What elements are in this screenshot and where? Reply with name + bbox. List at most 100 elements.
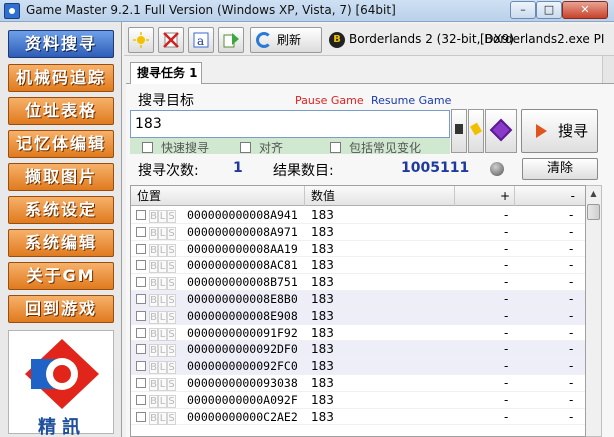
row-checkbox[interactable] (136, 226, 146, 237)
fast-search-checkbox[interactable] (142, 142, 153, 153)
column-header-address[interactable]: 位置 (131, 186, 305, 206)
row-checkbox[interactable] (136, 327, 146, 338)
row-tag-b[interactable]: B (149, 210, 158, 223)
calculator-icon[interactable] (451, 109, 467, 153)
row-tag-s[interactable]: S (167, 226, 176, 240)
table-row[interactable]: B L S 000000000008A941 183 - - (131, 207, 585, 224)
sidebar-item-system-settings[interactable]: 系统设定 (8, 196, 114, 224)
scroll-up-icon[interactable]: ▲ (586, 186, 601, 202)
maximize-button[interactable]: □ (536, 1, 562, 19)
row-tag-s[interactable]: S (167, 361, 176, 375)
align-option[interactable]: 对齐 (240, 139, 283, 156)
row-value[interactable]: 183 (311, 325, 334, 342)
table-row[interactable]: B L S 00000000000C2AE2 183 - - (131, 409, 585, 426)
close-button[interactable]: ✕ (562, 1, 608, 19)
row-checkbox[interactable] (136, 210, 146, 220)
text-icon[interactable]: a (188, 27, 214, 53)
row-value[interactable]: 183 (311, 241, 334, 258)
row-tag-l[interactable]: L (158, 411, 167, 425)
row-value[interactable]: 183 (311, 207, 334, 224)
advanced-search-button[interactable] (485, 109, 517, 153)
row-tag-s[interactable]: S (167, 310, 176, 324)
row-checkbox[interactable] (136, 293, 146, 304)
row-tag-l[interactable]: L (158, 344, 167, 358)
scroll-thumb[interactable] (587, 204, 600, 220)
row-tag-l[interactable]: L (158, 277, 167, 291)
row-tag-l[interactable]: L (158, 210, 167, 223)
new-task-icon[interactable] (128, 27, 154, 53)
row-tag-l[interactable]: L (158, 260, 167, 274)
resume-game-link[interactable]: Resume Game (371, 94, 451, 107)
row-tag-b[interactable]: B (149, 394, 158, 408)
row-checkbox[interactable] (136, 277, 146, 288)
table-row[interactable]: B L S 00000000000A092F 183 - - (131, 392, 585, 409)
pencil-icon[interactable] (468, 109, 484, 153)
row-checkbox[interactable] (136, 260, 146, 271)
row-tag-b[interactable]: B (149, 260, 158, 274)
row-tag-l[interactable]: L (158, 394, 167, 408)
row-tag-l[interactable]: L (158, 327, 167, 341)
row-tag-s[interactable]: S (167, 344, 176, 358)
table-row[interactable]: B L S 0000000000092DF0 183 - - (131, 341, 585, 359)
table-row[interactable]: B L S 000000000008AA19 183 - - (131, 241, 585, 258)
sidebar-item-memory-edit[interactable]: 记忆体编辑 (8, 130, 114, 158)
column-header-minus[interactable]: - (515, 186, 585, 206)
search-button[interactable]: 搜寻 (521, 109, 598, 153)
row-tag-b[interactable]: B (149, 377, 158, 391)
row-tag-l[interactable]: L (158, 243, 167, 257)
row-checkbox[interactable] (136, 411, 146, 422)
row-tag-s[interactable]: S (167, 293, 176, 307)
row-tag-s[interactable]: S (167, 394, 176, 408)
row-tag-s[interactable]: S (167, 411, 176, 425)
clear-button[interactable]: 清除 (522, 158, 598, 180)
row-tag-l[interactable]: L (158, 226, 167, 240)
row-tag-s[interactable]: S (167, 277, 176, 291)
row-tag-b[interactable]: B (149, 310, 158, 324)
row-tag-l[interactable]: L (158, 377, 167, 391)
row-value[interactable]: 183 (311, 409, 334, 426)
table-row[interactable]: B L S 0000000000092FC0 183 - - (131, 358, 585, 375)
row-value[interactable]: 183 (311, 274, 334, 291)
sidebar-item-data-search[interactable]: 资料搜寻 (8, 30, 114, 58)
row-value[interactable]: 183 (311, 291, 334, 308)
sidebar-item-back-to-game[interactable]: 回到游戏 (8, 295, 114, 323)
common-variants-checkbox[interactable] (330, 142, 341, 153)
row-checkbox[interactable] (136, 344, 146, 355)
row-tag-l[interactable]: L (158, 361, 167, 375)
row-tag-l[interactable]: L (158, 293, 167, 307)
row-tag-b[interactable]: B (149, 411, 158, 425)
table-row[interactable]: B L S 0000000000093038 183 - - (131, 375, 585, 392)
tab-search-task-1[interactable]: 搜寻任务 1 (130, 62, 202, 84)
sidebar-item-machine-code-trace[interactable]: 机械码追踪 (8, 64, 114, 92)
row-checkbox[interactable] (136, 377, 146, 388)
search-value-input[interactable] (130, 110, 450, 138)
row-value[interactable]: 183 (311, 308, 334, 325)
table-row[interactable]: B L S 000000000008B751 183 - - (131, 274, 585, 291)
row-value[interactable]: 183 (311, 224, 334, 241)
row-tag-b[interactable]: B (149, 226, 158, 240)
align-checkbox[interactable] (240, 142, 251, 153)
delete-task-icon[interactable] (158, 27, 184, 53)
row-tag-b[interactable]: B (149, 361, 158, 375)
pause-game-link[interactable]: Pause Game (295, 94, 364, 107)
row-value[interactable]: 183 (311, 257, 334, 274)
vertical-scrollbar[interactable]: ▲ (586, 185, 602, 437)
sidebar-item-about[interactable]: 关于GM (8, 262, 114, 290)
row-tag-b[interactable]: B (149, 327, 158, 341)
fast-search-option[interactable]: 快速搜寻 (142, 139, 209, 156)
row-tag-s[interactable]: S (167, 210, 176, 223)
row-tag-s[interactable]: S (167, 243, 176, 257)
row-checkbox[interactable] (136, 361, 146, 372)
column-header-value[interactable]: 数值 (305, 186, 455, 206)
column-header-plus[interactable]: + (455, 186, 515, 206)
sidebar-item-capture-image[interactable]: 撷取图片 (8, 163, 114, 191)
row-tag-s[interactable]: S (167, 260, 176, 274)
row-tag-b[interactable]: B (149, 344, 158, 358)
minimize-button[interactable]: – (510, 1, 536, 19)
row-tag-b[interactable]: B (149, 293, 158, 307)
row-value[interactable]: 183 (311, 392, 334, 409)
row-checkbox[interactable] (136, 243, 146, 254)
table-row[interactable]: B L S 000000000008E8B0 183 - - (131, 290, 585, 308)
sidebar-item-system-edit[interactable]: 系统编辑 (8, 229, 114, 257)
row-checkbox[interactable] (136, 394, 146, 405)
